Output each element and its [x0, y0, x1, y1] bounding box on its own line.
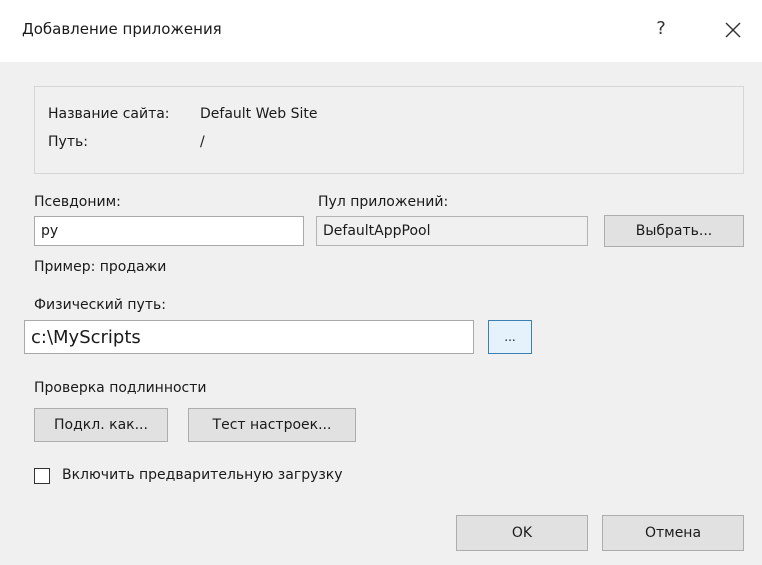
cancel-button[interactable]: Отмена [602, 515, 744, 551]
close-icon [725, 22, 741, 38]
site-name-value: Default Web Site [200, 106, 318, 122]
help-button[interactable]: ? [648, 16, 674, 42]
ok-button[interactable]: OK [456, 515, 588, 551]
path-label: Путь: [48, 134, 88, 150]
preload-label: Включить предварительную загрузку [62, 467, 343, 483]
alias-input[interactable] [34, 216, 304, 246]
app-pool-field [316, 216, 588, 246]
site-info-box [34, 86, 744, 174]
test-settings-button[interactable]: Тест настроек... [188, 408, 356, 442]
alias-label: Псевдоним: [34, 194, 121, 210]
title-bar: Добавление приложения ? [0, 0, 762, 62]
select-app-pool-button[interactable]: Выбрать... [604, 215, 744, 247]
browse-path-button[interactable]: ... [488, 320, 532, 354]
close-button[interactable] [718, 15, 748, 45]
physical-path-input[interactable] [24, 320, 474, 354]
alias-example-text: Пример: продажи [34, 259, 167, 275]
site-name-label: Название сайта: [48, 106, 170, 122]
physical-path-label: Физический путь: [34, 297, 166, 313]
preload-checkbox[interactable] [34, 468, 50, 484]
connect-as-button[interactable]: Подкл. как... [34, 408, 168, 442]
dialog-title: Добавление приложения [22, 20, 222, 38]
auth-label: Проверка подлинности [34, 380, 207, 396]
app-pool-label: Пул приложений: [318, 194, 449, 210]
path-value: / [200, 134, 205, 150]
